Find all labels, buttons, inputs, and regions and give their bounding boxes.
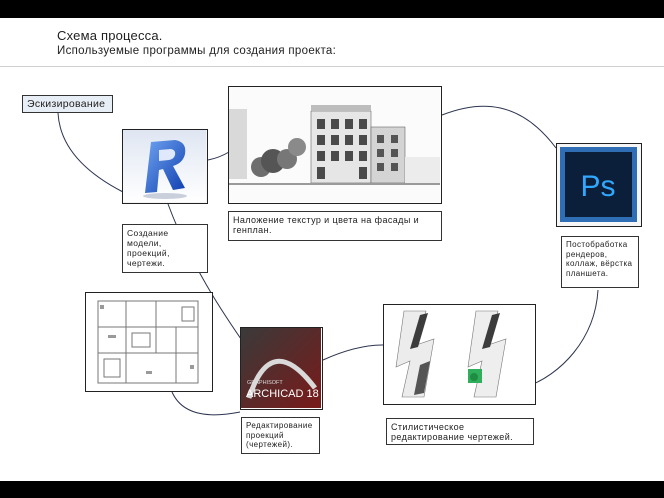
archicad-logo-icon: GRAPHISOFT ARCHICAD 18 [241, 328, 321, 408]
revit-logo-box [122, 129, 208, 204]
floor-plan-box [85, 292, 213, 392]
facade-caption: Наложение текстур и цвета на фасады и ге… [228, 211, 442, 241]
stylistic-drawings-box [383, 304, 536, 405]
photoshop-mark: Ps [580, 170, 615, 203]
connector-photoshop-stylistic [525, 289, 599, 388]
photoshop-caption: Постобработка рендеров, коллаж, вёрстка … [561, 236, 639, 288]
photoshop-logo-icon: Ps [560, 147, 637, 222]
connector-facade-photoshop [441, 105, 557, 149]
archicad-name: ARCHICAD 18 [246, 388, 319, 400]
bottom-bar [0, 481, 664, 498]
facade-render-box [228, 86, 442, 204]
stylistic-caption: Стилистическое редактирование чертежей. [386, 418, 534, 445]
archicad-brand: GRAPHISOFT [247, 380, 283, 386]
revit-caption: Создание модели, проекций, чертежи. [122, 224, 208, 273]
archicad-caption: Редактирование проекций (чертежей). [241, 417, 320, 454]
connector-revit-facade [207, 151, 230, 161]
archicad-logo-box: GRAPHISOFT ARCHICAD 18 [240, 327, 323, 410]
floor-plan-image [86, 293, 211, 390]
connector-archicad-stylistic [322, 344, 384, 361]
sketch-stage-label: Эскизирование [22, 95, 113, 113]
revit-logo-icon [123, 130, 206, 202]
photoshop-logo-box: Ps [556, 143, 642, 227]
facade-render-image [229, 87, 440, 202]
connector-sketch-revit [57, 112, 124, 193]
connector-plan-archicad [171, 391, 241, 416]
stylistic-drawings-image [384, 305, 534, 403]
